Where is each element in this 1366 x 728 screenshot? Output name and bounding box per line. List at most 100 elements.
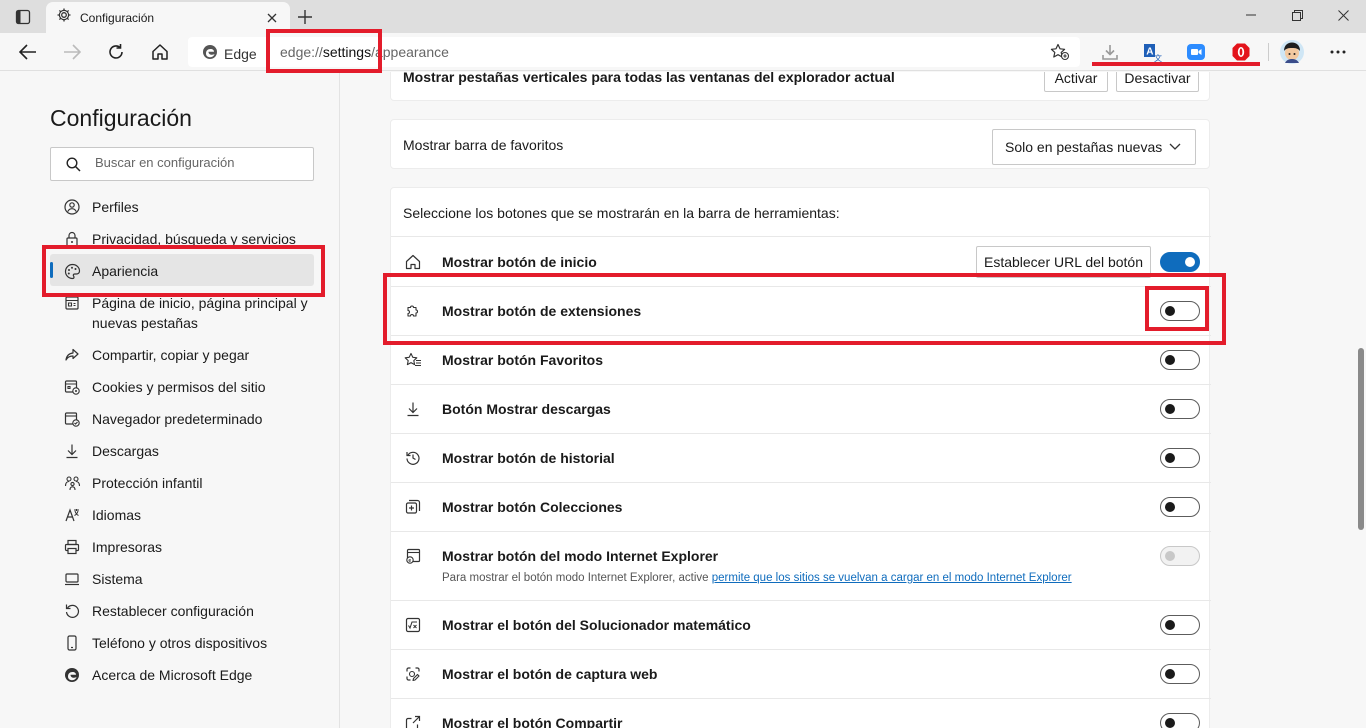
history-button-toggle[interactable] [1160, 448, 1200, 468]
scrollbar-thumb[interactable] [1358, 348, 1364, 530]
extensions-button-toggle[interactable] [1160, 301, 1200, 321]
settings-search[interactable] [50, 147, 314, 181]
toolbar-buttons-card: Seleccione los botones que se mostrarán … [390, 187, 1211, 728]
downloads-button-toggle[interactable] [1160, 399, 1200, 419]
setting-label: Mostrar el botón del Solucionador matemá… [442, 617, 751, 633]
tab-actions-icon[interactable] [8, 5, 38, 29]
restore-button[interactable] [1274, 0, 1320, 30]
settings-sidebar: Configuración Perfiles Privacidad, búsqu… [0, 72, 340, 728]
add-favorite-icon[interactable] [1050, 43, 1070, 66]
vertical-tabs-label: Mostrar pestañas verticales para todas l… [403, 72, 895, 85]
history-icon [404, 449, 422, 467]
sidebar-item-label: Impresoras [92, 539, 163, 555]
math-solver-button-toggle[interactable] [1160, 615, 1200, 635]
sidebar-item-label: Navegador predeterminado [92, 411, 263, 427]
svg-text:e: e [408, 558, 411, 564]
profile-icon [63, 198, 81, 216]
forward-button[interactable] [56, 36, 88, 68]
vertical-tabs-card: Mostrar pestañas verticales para todas l… [390, 72, 1210, 101]
sidebar-item-apariencia[interactable]: Apariencia [50, 254, 314, 286]
setting-row-history: Mostrar botón de historial [391, 433, 1211, 482]
download-icon [404, 400, 422, 418]
sidebar-item-restablecer[interactable]: Restablecer configuración [50, 594, 314, 626]
edge-icon [63, 666, 81, 684]
url-text[interactable]: edge://settings/appearance [280, 44, 449, 60]
ie-mode-button-toggle[interactable] [1160, 546, 1200, 566]
new-tab-button[interactable] [292, 5, 318, 29]
browser-tab[interactable]: Configuración [46, 2, 290, 33]
sidebar-item-label: Protección infantil [92, 475, 203, 491]
collections-button-toggle[interactable] [1160, 497, 1200, 517]
share-icon [404, 714, 422, 728]
sidebar-item-acerca-de[interactable]: Acerca de Microsoft Edge [50, 658, 314, 690]
lock-icon [63, 230, 81, 248]
language-icon [63, 506, 81, 524]
sidebar-item-label: Apariencia [92, 263, 159, 279]
toggle-knob [1165, 453, 1175, 463]
sidebar-item-label: Idiomas [92, 507, 142, 523]
address-bar[interactable]: Edge edge://settings/appearance [188, 37, 1080, 67]
ie-mode-link[interactable]: permite que los sitios se vuelvan a carg… [712, 572, 1072, 584]
sidebar-item-label: Perfiles [92, 199, 139, 215]
sidebar-item-label: Descargas [92, 443, 159, 459]
ie-mode-icon: e [404, 547, 422, 565]
sidebar-item-cookies[interactable]: Cookies y permisos del sitio [50, 370, 314, 402]
settings-nav: Perfiles Privacidad, búsqueda y servicio… [50, 190, 314, 690]
sidebar-item-navegador-predeterminado[interactable]: Navegador predeterminado [50, 402, 314, 434]
sidebar-item-sistema[interactable]: Sistema [50, 562, 314, 594]
avatar[interactable] [1278, 38, 1306, 66]
download-icon [63, 442, 81, 460]
sidebar-item-compartir[interactable]: Compartir, copiar y pegar [50, 338, 314, 370]
refresh-button[interactable] [100, 36, 132, 68]
address-brand-label: Edge [224, 45, 257, 62]
setting-label: Mostrar botón de historial [442, 450, 615, 466]
activate-button[interactable]: Activar [1044, 72, 1108, 92]
setting-label: Mostrar el botón Compartir [442, 715, 623, 728]
sidebar-item-privacidad[interactable]: Privacidad, búsqueda y servicios [50, 222, 314, 254]
minimize-button[interactable] [1228, 0, 1274, 30]
start-page-icon [63, 294, 81, 312]
close-tab-icon[interactable] [264, 10, 280, 26]
sidebar-item-idiomas[interactable]: Idiomas [50, 498, 314, 530]
address-divider [266, 44, 267, 60]
palette-icon [63, 262, 81, 280]
sidebar-item-label: Página de inicio, página principal y nue… [92, 295, 308, 331]
sidebar-item-telefono[interactable]: Teléfono y otros dispositivos [50, 626, 314, 658]
set-url-button[interactable]: Establecer URL del botón [976, 246, 1151, 278]
sidebar-item-impresoras[interactable]: Impresoras [50, 530, 314, 562]
reset-icon [63, 602, 81, 620]
sidebar-item-perfiles[interactable]: Perfiles [50, 190, 314, 222]
sidebar-item-label: Compartir, copiar y pegar [92, 347, 250, 363]
setting-label: Mostrar botón de inicio [442, 254, 597, 270]
sidebar-item-label: Restablecer configuración [92, 603, 254, 619]
close-window-button[interactable] [1320, 0, 1366, 30]
share-button-toggle[interactable] [1160, 713, 1200, 728]
sidebar-item-label: Privacidad, búsqueda y servicios [92, 231, 296, 247]
highlight-extensions-underline [1092, 62, 1260, 66]
ie-mode-hint: Para mostrar el botón modo Internet Expl… [442, 572, 1072, 584]
deactivate-button[interactable]: Desactivar [1116, 72, 1199, 92]
web-capture-button-toggle[interactable] [1160, 664, 1200, 684]
favorites-bar-select[interactable]: Solo en pestañas nuevas [992, 129, 1196, 165]
toggle-knob [1165, 620, 1175, 630]
more-options-icon[interactable] [1324, 38, 1352, 66]
page-title: Configuración [50, 105, 192, 131]
setting-row-favorites: Mostrar botón Favoritos [391, 335, 1211, 384]
toggle-knob [1165, 718, 1175, 728]
web-capture-icon [404, 665, 422, 683]
sidebar-item-descargas[interactable]: Descargas [50, 434, 314, 466]
ie-mode-hint-text: Para mostrar el botón modo Internet Expl… [442, 572, 712, 584]
sidebar-item-proteccion-infantil[interactable]: Protección infantil [50, 466, 314, 498]
family-icon [63, 474, 81, 492]
edge-icon [202, 44, 218, 63]
home-button-toggle[interactable] [1160, 252, 1200, 272]
sidebar-item-label: Teléfono y otros dispositivos [92, 635, 268, 651]
back-button[interactable] [12, 36, 44, 68]
sidebar-item-pagina-inicio[interactable]: Página de inicio, página principal y nue… [50, 286, 314, 338]
home-button[interactable] [144, 36, 176, 68]
search-input[interactable] [95, 155, 305, 170]
favorites-button-toggle[interactable] [1160, 350, 1200, 370]
setting-row-share: Mostrar el botón Compartir [391, 698, 1211, 728]
setting-row-collections: Mostrar botón Colecciones [391, 482, 1211, 531]
setting-row-math-solver: Mostrar el botón del Solucionador matemá… [391, 600, 1211, 649]
